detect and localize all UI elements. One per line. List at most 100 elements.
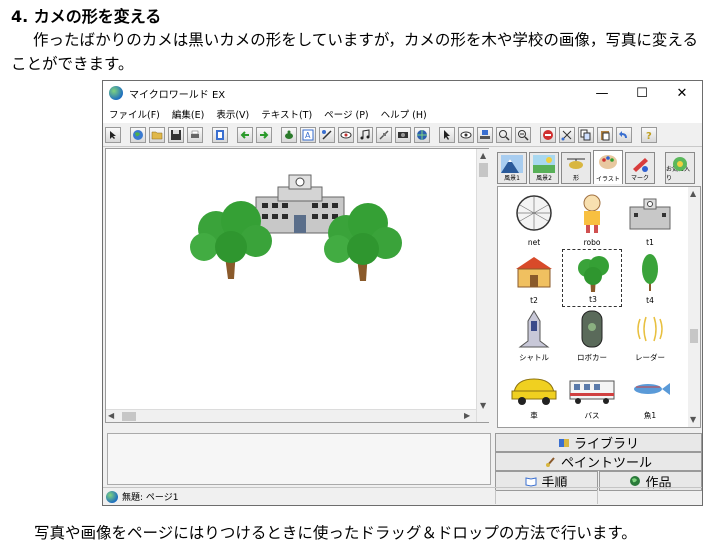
title-bar: マイクロワールド EX — ☐ ✕ — [103, 81, 702, 105]
undo-icon[interactable] — [616, 126, 632, 143]
status-text: 無題: ページ1 — [122, 493, 179, 503]
library-item[interactable]: robo — [562, 191, 622, 249]
library-scroll-thumb[interactable] — [690, 329, 698, 343]
canvas-vertical-scrollbar[interactable]: ▲ ▼ — [476, 149, 489, 422]
next-page-icon[interactable] — [256, 126, 272, 143]
tab-marks[interactable]: マーク — [625, 152, 655, 184]
pine-tree-icon — [642, 254, 658, 291]
menu-edit[interactable]: 編集(E) — [172, 107, 204, 121]
tab-favorites[interactable]: お気に入り — [665, 152, 695, 184]
library-grid: net robo t1 t2 t3 t4 シャトル ロボカー レーダー 車 バス… — [497, 186, 701, 428]
radar-icon — [637, 316, 663, 342]
library-item[interactable]: バス — [562, 365, 622, 423]
tab-illustration[interactable]: イラスト — [593, 150, 623, 184]
cut-icon[interactable] — [559, 126, 575, 143]
eye-icon[interactable] — [338, 126, 354, 143]
graphic-tool-icon[interactable] — [319, 126, 335, 143]
video-icon[interactable] — [395, 126, 411, 143]
library-scrollbar[interactable]: ▲ ▼ — [688, 187, 700, 427]
shuttle-icon — [518, 310, 550, 348]
helicopter-icon — [567, 158, 585, 169]
save-icon[interactable] — [168, 126, 184, 143]
fish-icon — [634, 383, 670, 395]
page-book-icon[interactable] — [212, 126, 228, 143]
house-icon — [516, 257, 552, 288]
tab-landscape-2[interactable]: 風景2 — [529, 152, 559, 184]
mountain-icon — [501, 155, 523, 173]
eye-view-icon[interactable] — [458, 126, 474, 143]
marker-icon — [633, 158, 648, 172]
globe-icon[interactable] — [130, 126, 146, 143]
library-button[interactable]: ライブラリ — [495, 433, 702, 452]
tab-landscape-1[interactable]: 風景1 — [497, 152, 527, 184]
library-item[interactable]: t4 — [620, 249, 680, 307]
field-icon — [533, 155, 555, 173]
status-divider — [597, 490, 598, 504]
library-panel: 風景1 風景2 形 イラスト マーク お気に入り — [495, 148, 701, 434]
flower-icon — [673, 157, 687, 171]
turtle-icon[interactable] — [281, 126, 297, 143]
maximize-button[interactable]: ☐ — [622, 81, 662, 105]
toolbar: A ? — [103, 123, 702, 147]
help-icon[interactable]: ? — [641, 126, 657, 143]
menu-view[interactable]: 表示(V) — [216, 107, 249, 121]
copy-icon[interactable] — [578, 126, 594, 143]
library-item[interactable]: net — [504, 191, 564, 249]
menu-help[interactable]: ヘルプ (H) — [381, 107, 427, 121]
pointer-tool-icon[interactable] — [105, 126, 121, 143]
page-canvas[interactable]: ▲ ▼ ◀ ▶ — [105, 148, 489, 423]
section-heading: 4. カメの形を変える — [11, 7, 162, 26]
scroll-left-icon[interactable]: ◀ — [108, 411, 114, 420]
stamp-icon[interactable] — [477, 126, 493, 143]
canvas-drawing — [190, 174, 402, 281]
library-icon — [558, 438, 569, 447]
stop-icon[interactable] — [540, 126, 556, 143]
menu-page[interactable]: ページ (P) — [324, 107, 368, 121]
previous-page-icon[interactable] — [237, 126, 253, 143]
library-scroll-down-icon[interactable]: ▼ — [690, 415, 696, 424]
scroll-down-icon[interactable]: ▼ — [480, 401, 486, 410]
web-globe-icon[interactable] — [414, 126, 430, 143]
library-item[interactable]: 魚1 — [620, 365, 680, 423]
status-bar: 無題: ページ1 — [103, 487, 702, 505]
microworlds-window: マイクロワールド EX — ☐ ✕ ファイル(F) 編集(E) 表示(V) テキ… — [102, 80, 703, 506]
close-button[interactable]: ✕ — [662, 81, 702, 105]
library-item[interactable]: t2 — [504, 249, 564, 307]
slider-tool-icon[interactable] — [376, 126, 392, 143]
library-item[interactable]: レーダー — [620, 307, 680, 365]
library-item[interactable]: 車 — [504, 365, 564, 423]
library-item[interactable]: シャトル — [504, 307, 564, 365]
print-icon[interactable] — [187, 126, 203, 143]
bus-icon — [569, 380, 615, 404]
library-item-selected[interactable]: t3 — [562, 249, 622, 307]
project-globe-icon — [630, 476, 641, 486]
canvas-horizontal-scrollbar[interactable]: ◀ ▶ — [106, 409, 476, 422]
paint-tool-button[interactable]: ペイントツール — [495, 452, 702, 471]
scroll-right-icon[interactable]: ▶ — [464, 411, 470, 420]
app-globe-icon — [109, 86, 123, 100]
paste-icon[interactable] — [597, 126, 613, 143]
select-arrow-icon[interactable] — [439, 126, 455, 143]
menu-text[interactable]: テキスト(T) — [261, 107, 312, 121]
open-folder-icon[interactable] — [149, 126, 165, 143]
status-divider — [495, 490, 496, 504]
brush-icon — [545, 456, 555, 467]
minimize-button[interactable]: — — [582, 81, 622, 105]
svg-text:?: ? — [646, 131, 652, 141]
text-pane[interactable] — [107, 433, 491, 485]
library-item[interactable]: ロボカー — [562, 307, 622, 365]
music-icon[interactable] — [357, 126, 373, 143]
canvas-vscroll-thumb[interactable] — [479, 163, 488, 177]
menu-file[interactable]: ファイル(F) — [109, 107, 160, 121]
tab-shapes[interactable]: 形 — [561, 152, 591, 184]
zoom-in-icon[interactable] — [496, 126, 512, 143]
category-tabs: 風景1 風景2 形 イラスト マーク お気に入り — [495, 148, 701, 184]
library-scroll-up-icon[interactable]: ▲ — [690, 189, 696, 198]
robot-icon — [583, 194, 601, 233]
text-box-icon[interactable]: A — [300, 126, 316, 143]
scroll-up-icon[interactable]: ▲ — [480, 151, 486, 160]
canvas-hscroll-thumb[interactable] — [122, 412, 136, 421]
zoom-out-icon[interactable] — [515, 126, 531, 143]
intro-paragraph: 作ったばかりのカメは黒いカメの形をしていますが，カメの形を木や学校の画像，写真に… — [11, 31, 698, 73]
library-item[interactable]: t1 — [620, 191, 680, 249]
